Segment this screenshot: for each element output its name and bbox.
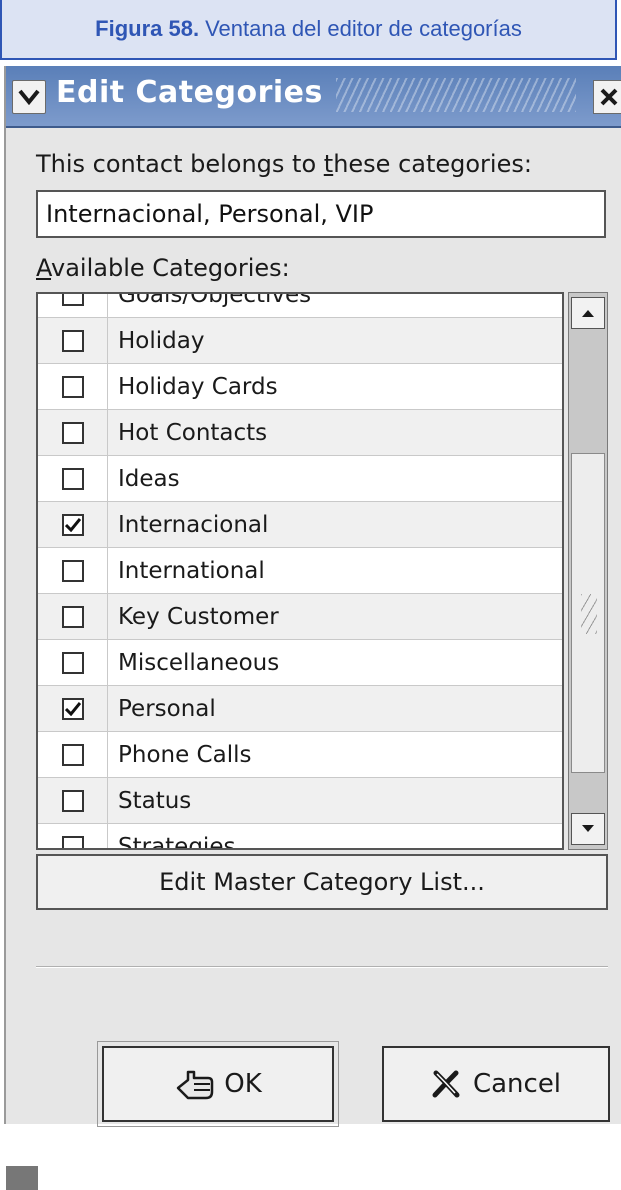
figure-caption: Figura 58. Ventana del editor de categor… [0, 0, 617, 60]
list-item[interactable]: Strategies [38, 824, 562, 850]
belongs-label-post: hese categories: [333, 150, 532, 178]
checkbox-cell [38, 410, 108, 455]
available-label: Available Categories: [36, 254, 290, 282]
category-label: Personal [118, 695, 216, 722]
category-checkbox[interactable] [61, 651, 84, 674]
list-item[interactable]: Ideas [38, 456, 562, 502]
checkbox-cell [38, 456, 108, 501]
window-menu-button[interactable] [12, 80, 46, 114]
checkbox-cell [38, 364, 108, 409]
category-label: Strategies [118, 833, 236, 850]
figure-text: Ventana del editor de categorías [205, 16, 522, 41]
title-bar[interactable]: Edit Categories [6, 66, 621, 128]
category-label: Miscellaneous [118, 649, 280, 676]
window-title: Edit Categories [56, 75, 323, 110]
checkmark-icon [64, 517, 81, 532]
checkmark-icon [64, 701, 81, 716]
belongs-label-pre: This contact belongs to [36, 150, 324, 178]
cancel-button[interactable]: Cancel [382, 1046, 610, 1122]
ok-hand-icon [176, 1070, 214, 1100]
category-checkbox[interactable] [61, 743, 84, 766]
list-item[interactable]: Holiday Cards [38, 364, 562, 410]
list-item[interactable]: Internacional [38, 502, 562, 548]
list-item[interactable]: Personal [38, 686, 562, 732]
category-checkbox[interactable] [61, 467, 84, 490]
list-item[interactable]: Miscellaneous [38, 640, 562, 686]
arrow-down-icon [582, 825, 594, 832]
close-icon [600, 88, 618, 106]
category-checkbox[interactable] [61, 513, 84, 536]
window-corner [6, 1166, 38, 1190]
checkbox-cell [38, 318, 108, 363]
available-label-post: vailable Categories: [51, 254, 290, 282]
category-label: International [118, 557, 265, 584]
category-label: Status [118, 787, 192, 814]
list-item[interactable]: Hot Contacts [38, 410, 562, 456]
scroll-grip [581, 594, 597, 634]
category-checkbox[interactable] [61, 835, 84, 848]
cancel-label: Cancel [472, 1069, 562, 1099]
checkbox-cell [38, 778, 108, 823]
checkbox-cell [38, 502, 108, 547]
cancel-x-icon [432, 1070, 460, 1098]
category-checkbox[interactable] [61, 559, 84, 582]
available-label-mnemonic: A [36, 254, 52, 282]
list-item[interactable]: Key Customer [38, 594, 562, 640]
separator [36, 966, 608, 968]
list-item[interactable]: International [38, 548, 562, 594]
checkbox-cell [38, 824, 108, 848]
category-checkbox[interactable] [61, 605, 84, 628]
chevron-down-icon [18, 89, 40, 105]
scroll-thumb[interactable] [571, 453, 605, 773]
close-button[interactable] [593, 80, 621, 114]
arrow-up-icon [582, 310, 594, 317]
checkbox-cell [38, 294, 108, 317]
category-list-scrollbar[interactable] [568, 292, 608, 850]
title-bar-texture [336, 78, 576, 112]
edit-master-category-list-button[interactable]: Edit Master Category List... [36, 854, 608, 910]
categories-input[interactable] [36, 190, 606, 238]
figure-number: Figura 58. [95, 16, 200, 41]
category-checkbox[interactable] [61, 329, 84, 352]
edit-categories-window: Edit Categories This contact belongs to … [4, 66, 621, 1190]
checkbox-cell [38, 548, 108, 593]
list-item[interactable]: Phone Calls [38, 732, 562, 778]
checkbox-cell [38, 640, 108, 685]
ok-label: OK [224, 1069, 262, 1099]
belongs-label: This contact belongs to these categories… [36, 150, 532, 178]
category-list-rows: Goals/Objectives Holiday Holiday Cards Hot … [38, 292, 562, 850]
category-label: Holiday [118, 327, 205, 354]
list-item[interactable]: Goals/Objectives [38, 292, 562, 318]
category-checkbox[interactable] [61, 789, 84, 812]
category-label: Internacional [118, 511, 269, 538]
category-label: Goals/Objectives [118, 292, 312, 308]
checkbox-cell [38, 732, 108, 777]
ok-button[interactable]: OK [97, 1041, 339, 1127]
checkbox-cell [38, 686, 108, 731]
category-label: Key Customer [118, 603, 279, 630]
category-checkbox[interactable] [61, 294, 84, 306]
category-checkbox[interactable] [61, 697, 84, 720]
scroll-up-button[interactable] [571, 297, 605, 329]
category-checkbox[interactable] [61, 421, 84, 444]
category-label: Phone Calls [118, 741, 252, 768]
category-checkbox[interactable] [61, 375, 84, 398]
list-item[interactable]: Status [38, 778, 562, 824]
belongs-label-mnemonic: t [323, 150, 334, 178]
checkbox-cell [38, 594, 108, 639]
scroll-down-button[interactable] [571, 813, 605, 845]
category-label: Hot Contacts [118, 419, 268, 446]
category-list[interactable]: Goals/Objectives Holiday Holiday Cards Hot … [36, 292, 564, 850]
list-item[interactable]: Holiday [38, 318, 562, 364]
category-label: Ideas [118, 465, 180, 492]
category-label: Holiday Cards [118, 373, 278, 400]
